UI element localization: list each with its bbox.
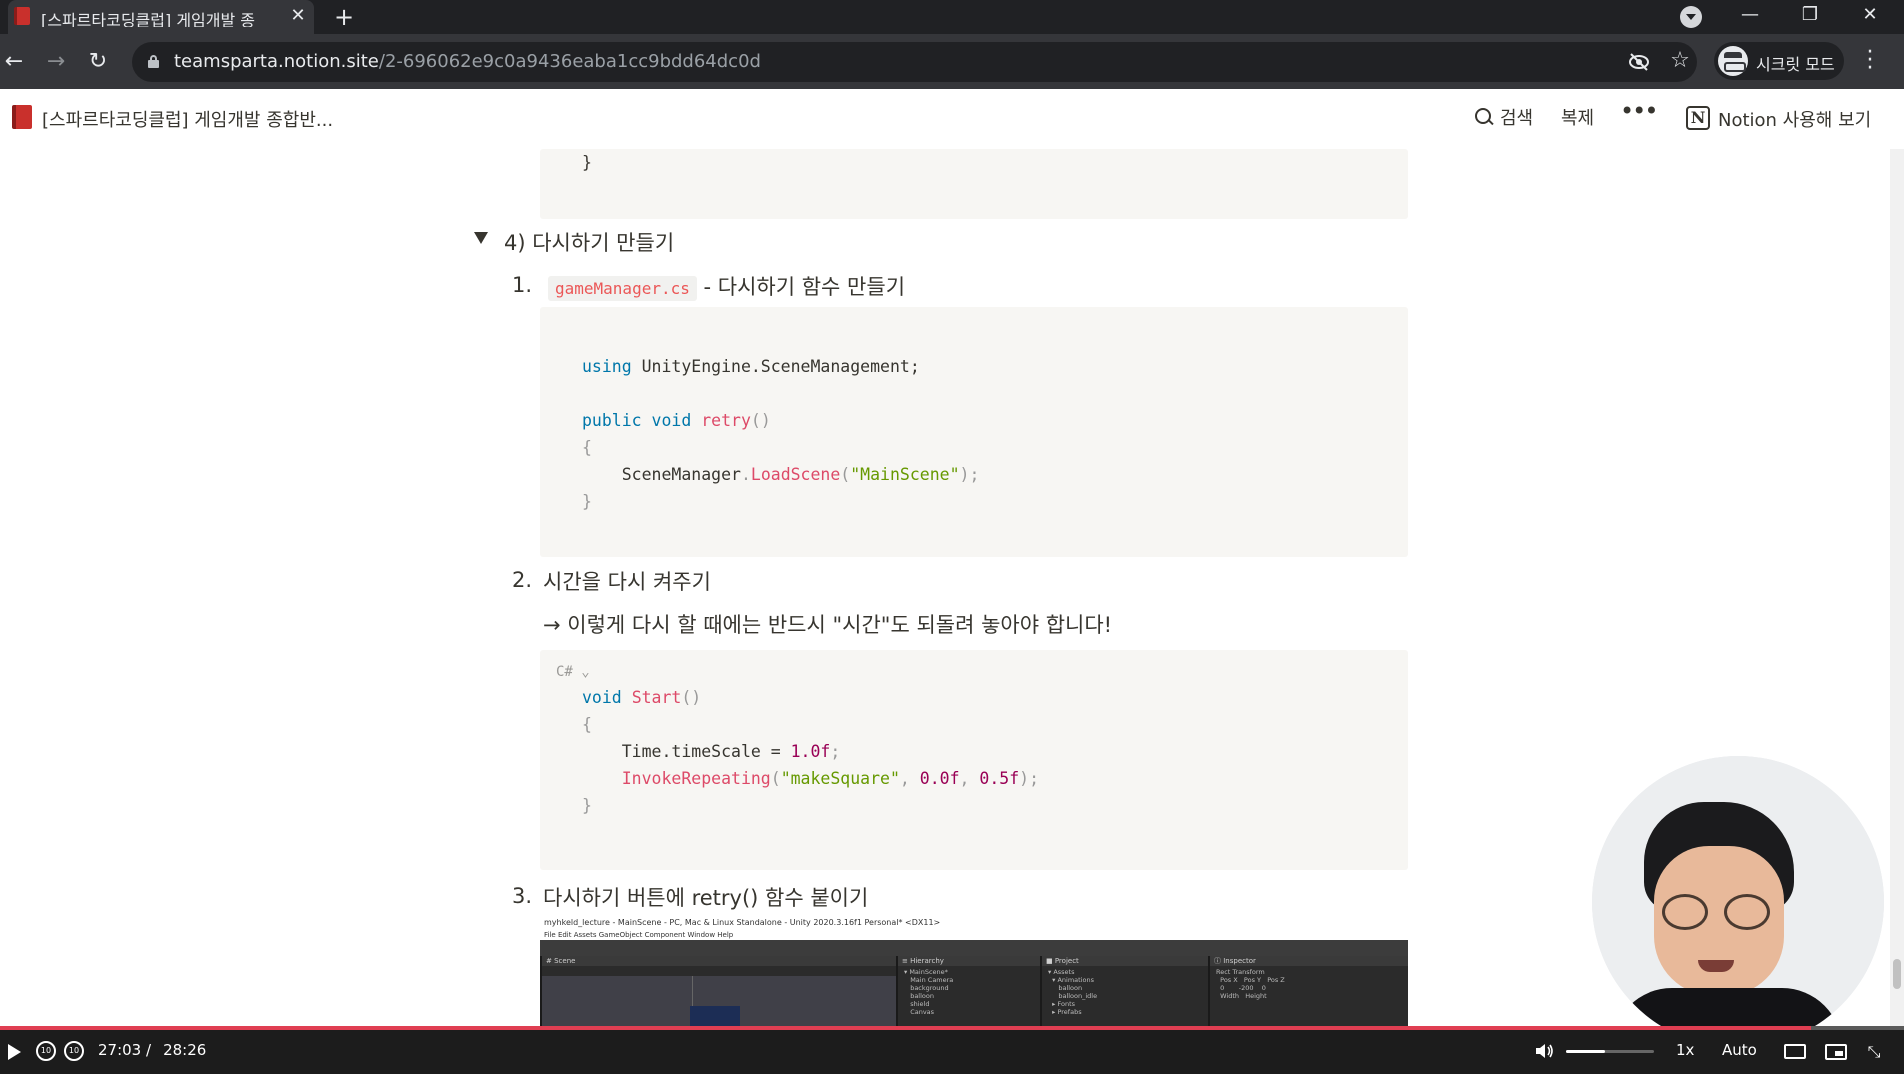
unity-panel-tab: # Scene (542, 956, 896, 966)
code-line: } (582, 153, 592, 172)
current-time: 27:03 / (98, 1041, 152, 1059)
progress-fill (0, 1026, 1811, 1030)
unity-panel-tab: ⓘ Inspector (1210, 956, 1408, 966)
code-line: public void retry() (582, 411, 771, 430)
reload-icon[interactable]: ↻ (84, 48, 112, 76)
minimize-button[interactable]: — (1722, 0, 1778, 34)
unity-panel-tab: ■ Project (1042, 956, 1208, 966)
browser-tab-strip: [스파르타코딩클럽] 게임개발 종 ✕ + — ❐ ✕ (0, 0, 1904, 34)
volume-fill (1566, 1050, 1605, 1053)
page-breadcrumb[interactable]: [스파르타코딩클럽] 게임개발 종합반... (42, 106, 333, 132)
scrollbar-thumb[interactable] (1893, 959, 1901, 989)
play-icon[interactable] (8, 1044, 21, 1060)
unity-hierarchy-panel: ≡ Hierarchy ▾ MainScene* Main Camera bac… (896, 956, 1040, 1029)
list-number: 3. (512, 884, 533, 908)
toggle-arrow-icon[interactable] (474, 232, 488, 244)
tab-title: [스파르타코딩클럽] 게임개발 종 (41, 11, 256, 27)
exit-fullscreen-icon[interactable]: ⤡ (1864, 1042, 1884, 1062)
list-item-text: 다시하기 버튼에 retry() 함수 붙이기 (543, 886, 869, 910)
eye-off-icon[interactable] (1628, 53, 1650, 71)
picture-in-picture-icon[interactable] (1825, 1044, 1847, 1060)
browser-tab[interactable]: [스파르타코딩클럽] 게임개발 종 ✕ (8, 0, 314, 34)
list-item-text: gameManager.cs - 다시하기 함수 만들기 (548, 271, 905, 301)
url-text[interactable]: teamsparta.notion.site/2-696062e9c0a9436… (174, 51, 761, 72)
book-favicon-icon (14, 7, 30, 25)
unity-toolbar (540, 940, 1408, 956)
time-display: 27:03 / 28:26 (98, 1041, 206, 1059)
code-block-previous: } (540, 149, 1408, 219)
unity-project-tree: ▾ Assets ▾ Animations balloon balloon_id… (1048, 968, 1098, 1016)
code-block-start[interactable]: C# ⌄ void Start() { Time.timeScale = 1.0… (540, 650, 1408, 870)
tab-search-icon[interactable] (1680, 6, 1702, 28)
code-line: void Start() (582, 688, 702, 707)
rewind-10-icon[interactable]: 10 (36, 1041, 56, 1061)
unity-inspector-tree: Rect Transform Pos X Pos Y Pos Z 0 -200 … (1216, 968, 1285, 1000)
book-icon (12, 105, 32, 129)
incognito-badge[interactable]: 시크릿 모드 (1714, 42, 1844, 80)
unity-menubar: File Edit Assets GameObject Component Wi… (540, 930, 1408, 940)
list-item-text: 시간을 다시 켜주기 (543, 570, 711, 594)
presenter-webcam (1592, 756, 1884, 1048)
unity-project-panel: ■ Project ▾ Assets ▾ Animations balloon … (1040, 956, 1208, 1029)
quality-button[interactable]: Auto (1722, 1041, 1757, 1059)
new-tab-button[interactable]: + (330, 3, 358, 31)
duplicate-button[interactable]: 복제 (1561, 104, 1594, 130)
volume-icon[interactable] (1536, 1043, 1554, 1059)
address-bar[interactable]: teamsparta.notion.site/2-696062e9c0a9436… (132, 42, 1697, 82)
code-line: { (582, 715, 592, 734)
captions-icon[interactable] (1784, 1044, 1806, 1059)
back-icon[interactable]: ← (0, 48, 28, 76)
code-line: using UnityEngine.SceneManagement; (582, 357, 920, 376)
total-time: 28:26 (163, 1041, 207, 1059)
code-line: SceneManager.LoadScene("MainScene"); (582, 465, 980, 484)
unity-titlebar: myhkeld_lecture - MainScene - PC, Mac & … (540, 916, 1408, 930)
inline-code: gameManager.cs (548, 276, 697, 301)
restore-button[interactable]: ❐ (1782, 0, 1838, 34)
list-number: 1. (512, 273, 533, 297)
code-line: InvokeRepeating("makeSquare", 0.0f, 0.5f… (582, 769, 1040, 788)
toggle-heading[interactable]: 4) 다시하기 만들기 (504, 227, 674, 257)
list-number: 2. (512, 568, 533, 592)
notion-topbar: [스파르타코딩클럽] 게임개발 종합반... 검색 복제 ••• N Notio… (0, 89, 1904, 149)
note-text: → 이렇게 다시 할 때에는 반드시 "시간"도 되돌려 놓아야 합니다! (543, 613, 1113, 637)
unity-hierarchy-tree: ▾ MainScene* Main Camera background ball… (904, 968, 954, 1016)
more-options-button[interactable]: ••• (1620, 97, 1658, 125)
tab-close-icon[interactable]: ✕ (288, 6, 308, 26)
language-selector[interactable]: C# ⌄ (556, 664, 590, 680)
code-line: Time.timeScale = 1.0f; (582, 742, 841, 761)
code-block-retry[interactable]: using UnityEngine.SceneManagement; publi… (540, 307, 1408, 557)
progress-bar[interactable] (0, 1026, 1904, 1030)
unity-inspector-panel: ⓘ Inspector Rect Transform Pos X Pos Y P… (1208, 956, 1408, 1029)
lock-icon[interactable] (148, 55, 159, 68)
search-button[interactable]: 검색 (1474, 104, 1533, 132)
forward-icon[interactable]: → (42, 48, 70, 76)
unity-panel-tab: ≡ Hierarchy (898, 956, 1040, 966)
code-line: { (582, 438, 592, 457)
code-line: } (582, 796, 592, 815)
kebab-icon[interactable]: · · · (1866, 42, 1874, 80)
playback-speed-button[interactable]: 1x (1676, 1041, 1694, 1059)
browser-toolbar: ← → ↻ teamsparta.notion.site/2-696062e9c… (0, 34, 1904, 89)
forward-10-icon[interactable]: 10 (64, 1041, 84, 1061)
code-line: } (582, 492, 592, 511)
volume-slider[interactable] (1566, 1050, 1654, 1053)
close-window-button[interactable]: ✕ (1842, 0, 1898, 34)
video-player-controls: 10 10 27:03 / 28:26 1x Auto ⤡ (0, 1026, 1904, 1074)
search-icon (1474, 107, 1494, 127)
page-scrollbar[interactable] (1890, 149, 1904, 1029)
incognito-label: 시크릿 모드 (1756, 55, 1835, 74)
try-notion-button[interactable]: Notion 사용해 보기 (1718, 106, 1871, 132)
notion-logo-icon[interactable]: N (1686, 106, 1710, 130)
incognito-icon (1718, 46, 1748, 76)
star-icon[interactable]: ☆ (1668, 48, 1692, 74)
unity-editor-screenshot: myhkeld_lecture - MainScene - PC, Mac & … (540, 916, 1408, 1029)
